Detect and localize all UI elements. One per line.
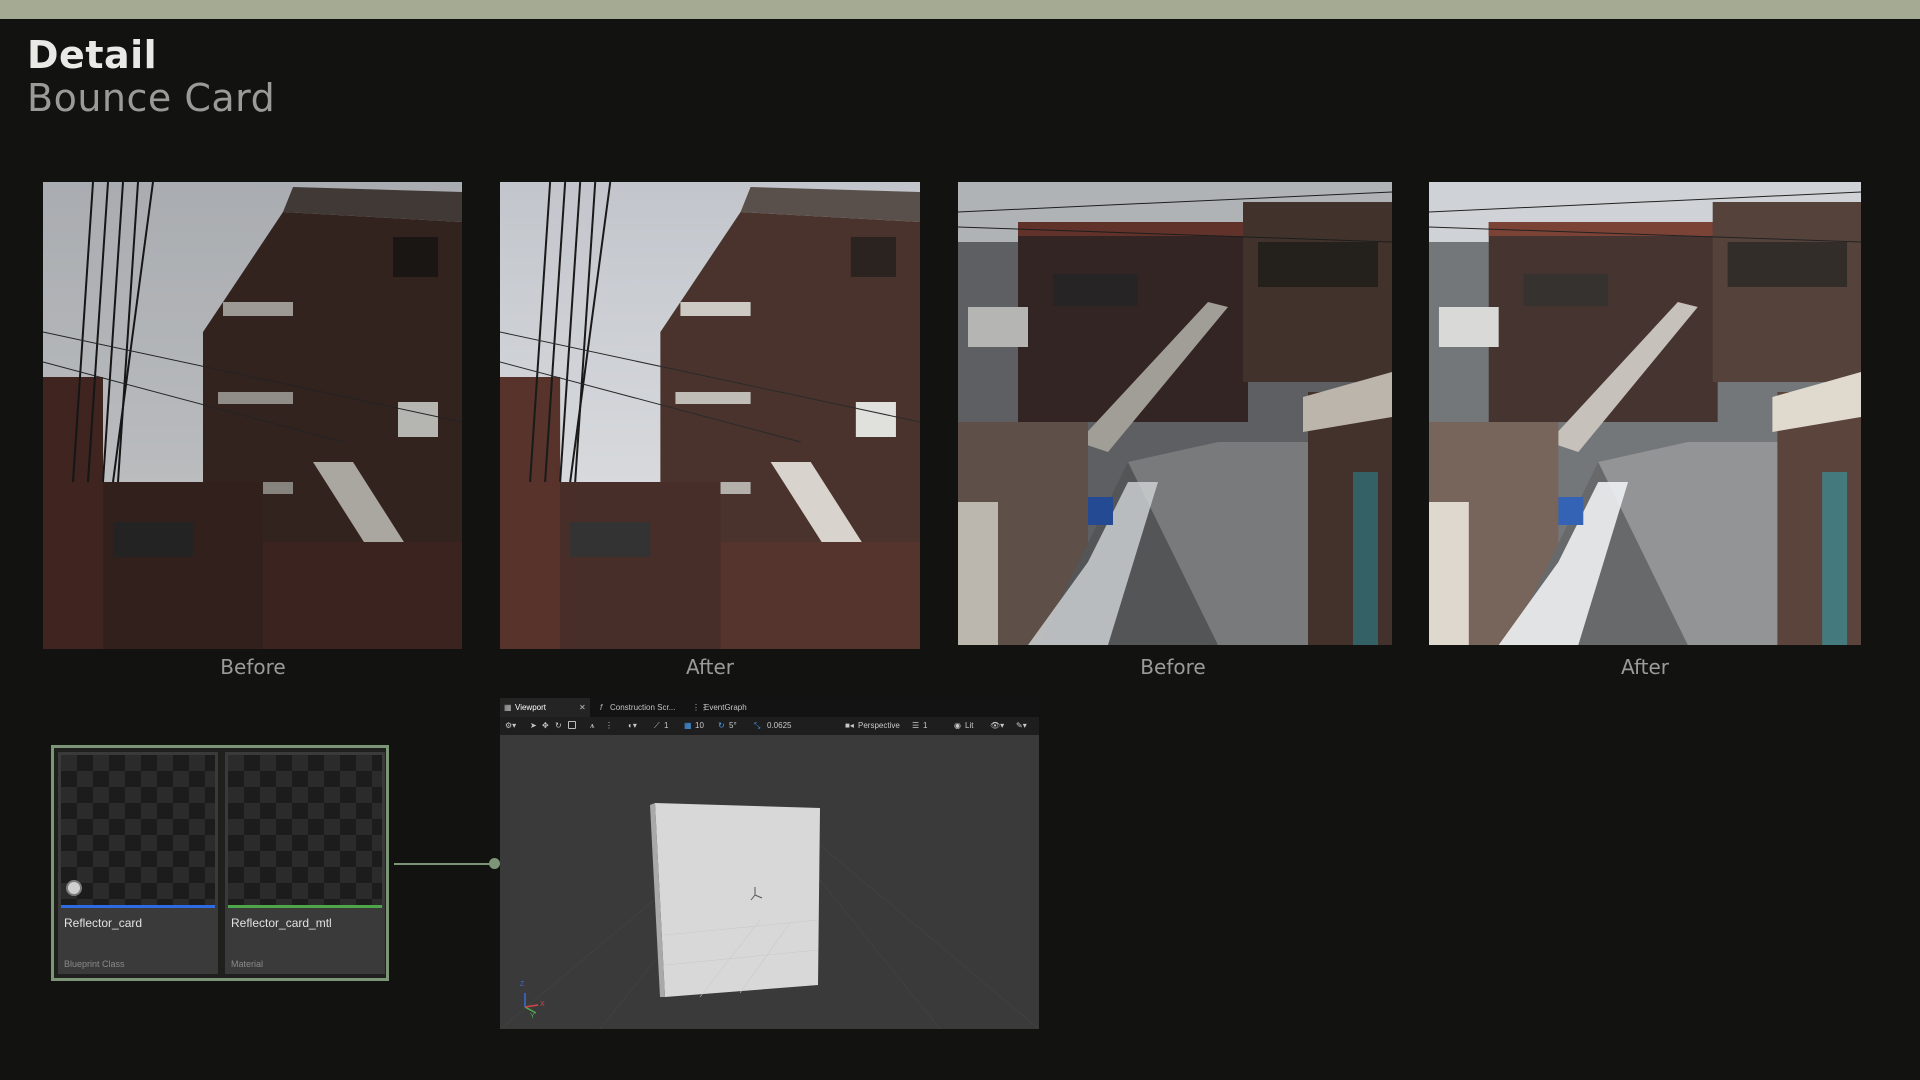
camera-speed-icon[interactable]: ☰ bbox=[912, 720, 919, 732]
rotate-icon[interactable]: ↻ bbox=[555, 720, 562, 732]
tab-label: Construction Scr... bbox=[610, 703, 676, 712]
more-icon[interactable]: ⋮ bbox=[605, 720, 613, 732]
world-local-icon[interactable]: ◐▾ bbox=[628, 720, 637, 732]
scale-icon[interactable] bbox=[568, 721, 576, 729]
top-accent-bar bbox=[0, 0, 1920, 19]
before-image-alley bbox=[958, 182, 1392, 645]
rotation-snap-icon[interactable]: ⟋ bbox=[654, 720, 660, 732]
asset-name: Reflector_card_mtl bbox=[231, 916, 332, 930]
function-icon: f bbox=[600, 703, 603, 712]
blueprint-icon bbox=[66, 880, 82, 896]
editor-viewport[interactable]: ▦ Viewport ✕ f Construction Scr... ⋮⋮ Ev… bbox=[500, 698, 1039, 1029]
connector-dot bbox=[489, 858, 500, 869]
axis-label-x: X bbox=[540, 1001, 545, 1008]
move-icon[interactable]: ✥ bbox=[542, 720, 549, 732]
perspective-dropdown[interactable]: Perspective bbox=[858, 720, 900, 732]
close-icon[interactable]: ✕ bbox=[579, 698, 586, 717]
viewport-scene[interactable]: Z Y X bbox=[500, 735, 1039, 1029]
tab-label: Viewport bbox=[515, 703, 546, 712]
viewport-options-icon[interactable]: ⚙▾ bbox=[505, 720, 516, 732]
page-title: Detail bbox=[27, 33, 158, 77]
after-image-building bbox=[500, 182, 920, 649]
tab-label: EventGraph bbox=[704, 703, 747, 712]
connector-line bbox=[394, 863, 494, 865]
surface-snap-icon[interactable]: ⩚ bbox=[590, 720, 595, 732]
asset-card-reflector-material[interactable]: Reflector_card_mtl Material bbox=[225, 752, 385, 974]
asset-type: Material bbox=[231, 959, 264, 969]
asset-card-reflector[interactable]: Reflector_card Blueprint Class bbox=[58, 752, 218, 974]
asset-thumbnail bbox=[228, 755, 382, 905]
scale-snap-icon[interactable]: ⤡ bbox=[754, 720, 760, 732]
angle-snap-icon[interactable]: ↻ bbox=[718, 720, 725, 732]
tab-construction-script[interactable]: f Construction Scr... bbox=[598, 698, 678, 717]
axis-label-z: Z bbox=[520, 981, 525, 988]
reflector-card-plane bbox=[655, 803, 820, 997]
settings-icon[interactable]: ✎▾ bbox=[1016, 720, 1027, 732]
show-icon[interactable]: 👁▾ bbox=[990, 720, 1004, 732]
asset-name: Reflector_card bbox=[64, 916, 143, 930]
viewport-toolbar: ⚙▾ ➤ ✥ ↻ ⩚ ⋮ ◐▾ ⟋ 1 ▦ 10 ↻ 5° ⤡ 0.0625 ■… bbox=[500, 717, 1039, 735]
before-image-building bbox=[43, 182, 462, 649]
camera-speed-value[interactable]: 1 bbox=[923, 720, 927, 732]
rotation-snap-value[interactable]: 1 bbox=[664, 720, 668, 732]
scale-snap-value[interactable]: 0.0625 bbox=[767, 720, 791, 732]
asset-type-strip bbox=[61, 905, 215, 908]
grid-snap-value[interactable]: 10 bbox=[695, 720, 704, 732]
caption-after-2: After bbox=[1620, 655, 1670, 679]
asset-thumbnail bbox=[61, 755, 215, 905]
page-subtitle: Bounce Card bbox=[27, 76, 276, 120]
camera-icon: ■◂ bbox=[845, 721, 854, 730]
after-image-alley bbox=[1429, 182, 1861, 645]
tab-viewport[interactable]: ▦ Viewport ✕ bbox=[500, 698, 590, 717]
caption-after-1: After bbox=[685, 655, 735, 679]
axis-label-y: Y bbox=[530, 1013, 535, 1020]
tab-event-graph[interactable]: ⋮⋮ EventGraph bbox=[690, 698, 760, 717]
viewport-tab-icon: ▦ bbox=[504, 703, 512, 712]
lit-icon: ◉ bbox=[954, 721, 961, 730]
select-icon[interactable]: ➤ bbox=[530, 720, 537, 732]
caption-before-2: Before bbox=[1140, 655, 1206, 679]
asset-type-strip bbox=[228, 905, 382, 908]
viewport-tab-bar: ▦ Viewport ✕ f Construction Scr... ⋮⋮ Ev… bbox=[500, 698, 1039, 717]
asset-type: Blueprint Class bbox=[64, 959, 125, 969]
angle-snap-value[interactable]: 5° bbox=[729, 720, 737, 732]
caption-before-1: Before bbox=[220, 655, 286, 679]
asset-cards-panel: Reflector_card Blueprint Class Reflector… bbox=[51, 745, 389, 981]
grid-snap-icon[interactable]: ▦ bbox=[684, 720, 692, 732]
lit-dropdown[interactable]: Lit bbox=[965, 720, 973, 732]
